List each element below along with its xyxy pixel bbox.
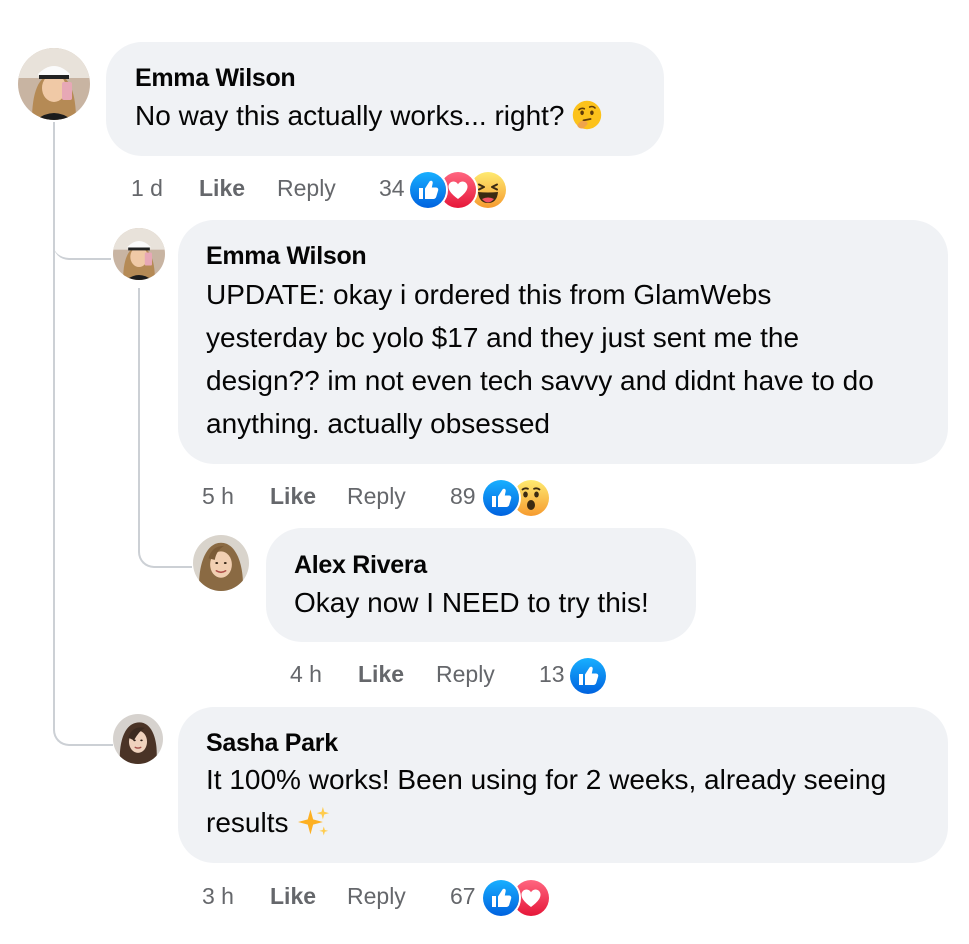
reply-button[interactable]: Reply [347, 481, 406, 511]
comment-text-line-2: yesterday bc yolo $17 and they just sent… [206, 322, 800, 353]
like-reaction-icon[interactable] [568, 656, 608, 696]
comment-author[interactable]: Alex Rivera [294, 551, 427, 580]
thread-connector-sasha [53, 712, 113, 746]
comment-text-line-2: results [206, 801, 330, 844]
avatar-image [113, 228, 165, 280]
avatar[interactable] [193, 535, 249, 591]
comment-timestamp[interactable]: 5 h [202, 481, 234, 511]
thread-connector-reply-2 [138, 536, 192, 568]
comment-author[interactable]: Emma Wilson [135, 64, 296, 93]
avatar-image [193, 535, 249, 591]
comment-timestamp[interactable]: 4 h [290, 659, 322, 689]
avatar[interactable] [113, 228, 165, 280]
thinking-face-emoji [572, 100, 601, 129]
reaction-count[interactable]: 89 [450, 481, 476, 511]
thread-line-nested [138, 288, 140, 538]
reaction-count[interactable]: 34 [379, 173, 405, 203]
comment-author[interactable]: Sasha Park [206, 729, 338, 758]
sparkles-emoji [298, 806, 330, 835]
comment-text: No way this actually works... right? [135, 94, 603, 137]
comment-text-content: results [206, 807, 289, 838]
comment-text-line-1: It 100% works! Been using for 2 weeks, a… [206, 764, 887, 795]
thread-line-main [53, 122, 55, 722]
comment-timestamp[interactable]: 3 h [202, 881, 234, 911]
comment-text-content: No way this actually works... right? [135, 100, 565, 131]
like-reaction-icon[interactable] [481, 878, 521, 918]
like-button[interactable]: Like [270, 481, 316, 511]
avatar-image [113, 714, 163, 764]
comment-author[interactable]: Emma Wilson [206, 242, 367, 271]
comment-text-line-4: anything. actually obsessed [206, 408, 550, 439]
like-reaction-icon[interactable] [481, 478, 521, 518]
like-reaction-icon[interactable] [408, 170, 448, 210]
reply-button[interactable]: Reply [277, 173, 336, 203]
reaction-count[interactable]: 67 [450, 881, 476, 911]
reply-button[interactable]: Reply [436, 659, 495, 689]
comment-timestamp[interactable]: 1 d [131, 173, 163, 203]
like-button[interactable]: Like [270, 881, 316, 911]
like-button[interactable]: Like [358, 659, 404, 689]
comment-text: Okay now I NEED to try this! [294, 587, 649, 618]
like-button[interactable]: Like [199, 173, 245, 203]
comment-text-line-1: UPDATE: okay i ordered this from GlamWeb… [206, 279, 772, 310]
avatar-image [18, 48, 90, 120]
reaction-count[interactable]: 13 [539, 659, 565, 689]
avatar[interactable] [18, 48, 90, 120]
comment-text-line-3: design?? im not even tech savvy and didn… [206, 365, 874, 396]
reply-button[interactable]: Reply [347, 881, 406, 911]
thread-connector-reply-1 [53, 228, 111, 260]
avatar[interactable] [113, 714, 163, 764]
